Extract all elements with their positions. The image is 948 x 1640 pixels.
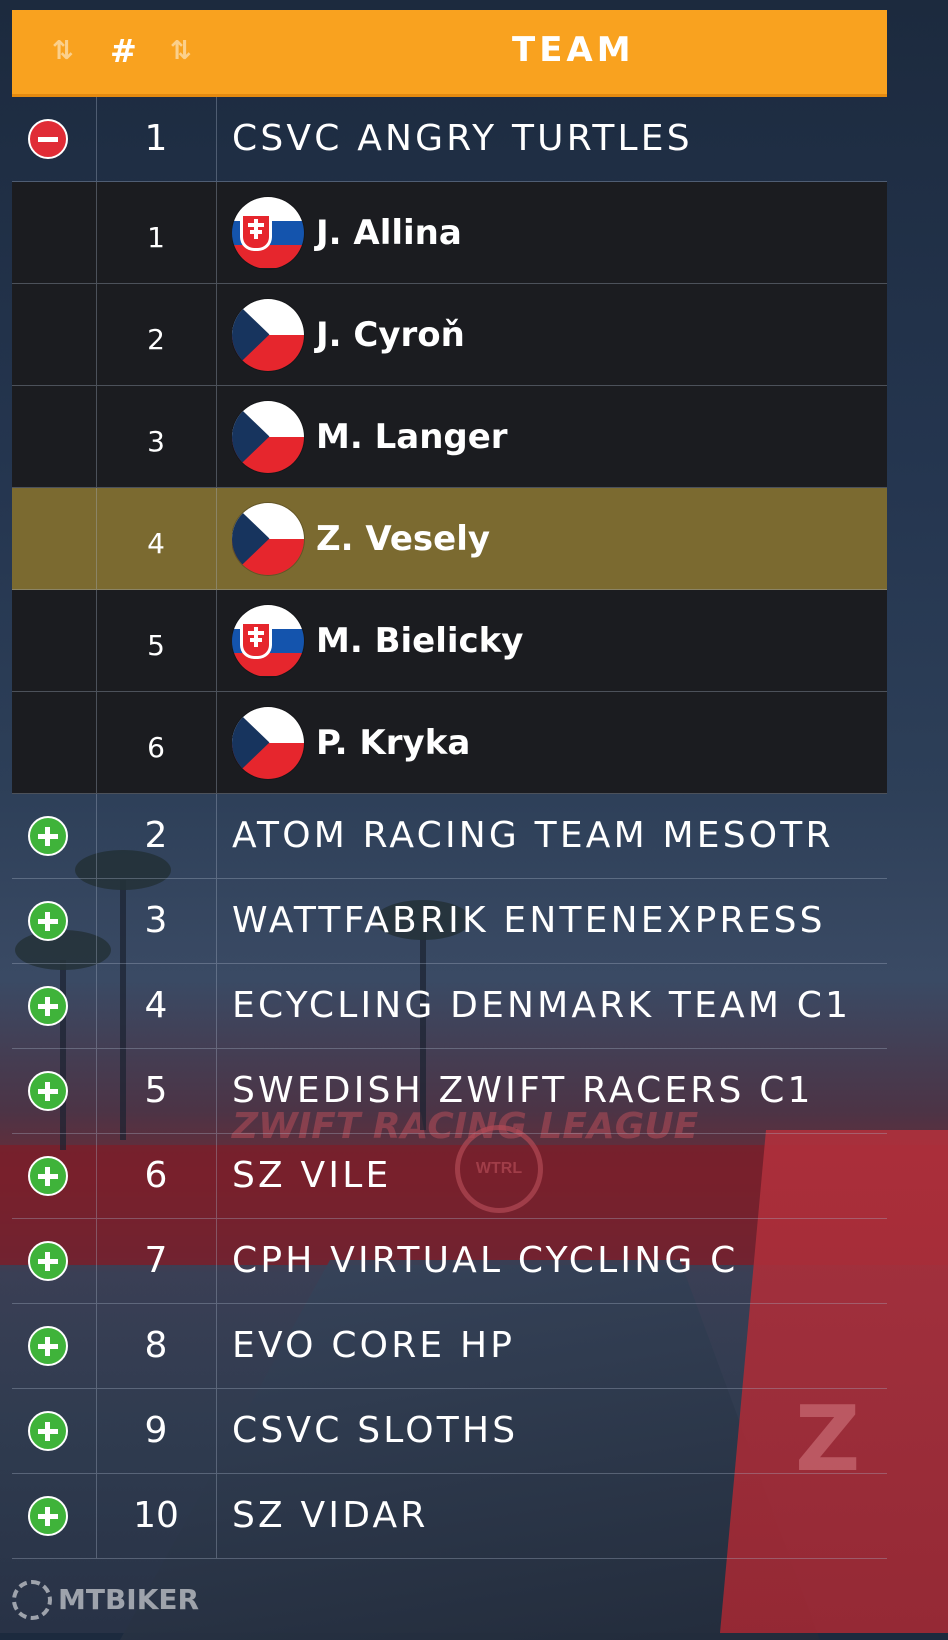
expand-icon[interactable]: [28, 1411, 68, 1451]
team-rank: 5: [144, 1070, 168, 1111]
team-name: ECYCLING DENMARK TEAM C1: [232, 985, 852, 1026]
team-rank: 9: [144, 1410, 168, 1451]
team-rank: 8: [144, 1325, 168, 1366]
team-rank: 6: [144, 1155, 168, 1196]
team-row[interactable]: 7 CPH VIRTUAL CYCLING C: [12, 1219, 887, 1304]
sort-icon[interactable]: ⇅: [170, 36, 192, 66]
rider-row[interactable]: 6 P. Kryka: [12, 692, 887, 794]
team-column-header[interactable]: TEAM: [512, 30, 635, 70]
watermark-text: MTBIKER: [58, 1583, 200, 1616]
team-rank: 2: [144, 815, 168, 856]
rider-name: Z. Vesely: [316, 518, 491, 559]
team-rank: 7: [144, 1240, 168, 1281]
sort-icon[interactable]: ⇅: [52, 36, 74, 66]
slovakia-flag-icon: [232, 196, 304, 269]
rider-name: P. Kryka: [316, 722, 471, 763]
czech-flag-icon: [232, 298, 304, 371]
team-row[interactable]: 9 CSVC SLOTHS: [12, 1389, 887, 1474]
czech-flag-icon: [232, 502, 304, 575]
expand-icon[interactable]: [28, 1496, 68, 1536]
rider-name: J. Allina: [316, 212, 462, 253]
team-rank: 4: [144, 985, 168, 1026]
team-name: CPH VIRTUAL CYCLING C: [232, 1240, 739, 1281]
rider-row[interactable]: 5 M. Bielicky: [12, 590, 887, 692]
table-header: ⇅ # ⇅ TEAM: [12, 10, 887, 97]
team-name: WATTFABRIK ENTENEXPRESS: [232, 900, 826, 941]
team-rank: 10: [133, 1495, 179, 1536]
team-name: SWEDISH ZWIFT RACERS C1: [232, 1070, 814, 1111]
team-row[interactable]: 5 SWEDISH ZWIFT RACERS C1: [12, 1049, 887, 1134]
expand-icon[interactable]: [28, 986, 68, 1026]
rider-rank: 6: [147, 730, 165, 764]
collapse-icon[interactable]: [28, 119, 68, 159]
team-row[interactable]: 4 ECYCLING DENMARK TEAM C1: [12, 964, 887, 1049]
team-name: EVO CORE HP: [232, 1325, 516, 1366]
rider-name: M. Langer: [316, 416, 508, 457]
expand-icon[interactable]: [28, 901, 68, 941]
team-row[interactable]: 8 EVO CORE HP: [12, 1304, 887, 1389]
czech-flag-icon: [232, 706, 304, 779]
expand-icon[interactable]: [28, 816, 68, 856]
slovakia-flag-icon: [232, 604, 304, 677]
rider-name: M. Bielicky: [316, 620, 524, 661]
team-name: CSVC SLOTHS: [232, 1410, 519, 1451]
rider-name: J. Cyroň: [316, 314, 465, 355]
rider-row[interactable]: 2 J. Cyroň: [12, 284, 887, 386]
expand-icon[interactable]: [28, 1241, 68, 1281]
rider-rank: 1: [147, 220, 165, 254]
expand-icon[interactable]: [28, 1071, 68, 1111]
team-rank: 1: [144, 118, 168, 159]
rider-row-highlighted[interactable]: 4 Z. Vesely: [12, 488, 887, 590]
team-name: SZ VIDAR: [232, 1495, 429, 1536]
rider-rank: 4: [147, 526, 165, 560]
team-name: CSVC ANGRY TURTLES: [232, 118, 693, 159]
team-row[interactable]: 2 ATOM RACING TEAM MESOTR: [12, 794, 887, 879]
team-row[interactable]: 1 CSVC ANGRY TURTLES: [12, 97, 887, 182]
rank-column-header[interactable]: #: [110, 32, 137, 70]
mtbiker-watermark: MTBIKER: [12, 1580, 199, 1620]
rider-row[interactable]: 1 J. Allina: [12, 182, 887, 284]
rider-row[interactable]: 3 M. Langer: [12, 386, 887, 488]
rider-rank: 2: [147, 322, 165, 356]
expand-icon[interactable]: [28, 1156, 68, 1196]
team-standings-table: ⇅ # ⇅ TEAM 1 CSVC ANGRY TURTLES 1 J. All…: [12, 10, 887, 1559]
team-rank: 3: [144, 900, 168, 941]
czech-flag-icon: [232, 400, 304, 473]
team-row[interactable]: 6 SZ VILE: [12, 1134, 887, 1219]
rider-rank: 3: [147, 424, 165, 458]
team-row[interactable]: 3 WATTFABRIK ENTENEXPRESS: [12, 879, 887, 964]
team-row[interactable]: 10 SZ VIDAR: [12, 1474, 887, 1559]
rider-rank: 5: [147, 628, 165, 662]
gear-logo-icon: [12, 1580, 52, 1620]
team-name: SZ VILE: [232, 1155, 392, 1196]
team-name: ATOM RACING TEAM MESOTR: [232, 815, 834, 856]
expand-icon[interactable]: [28, 1326, 68, 1366]
